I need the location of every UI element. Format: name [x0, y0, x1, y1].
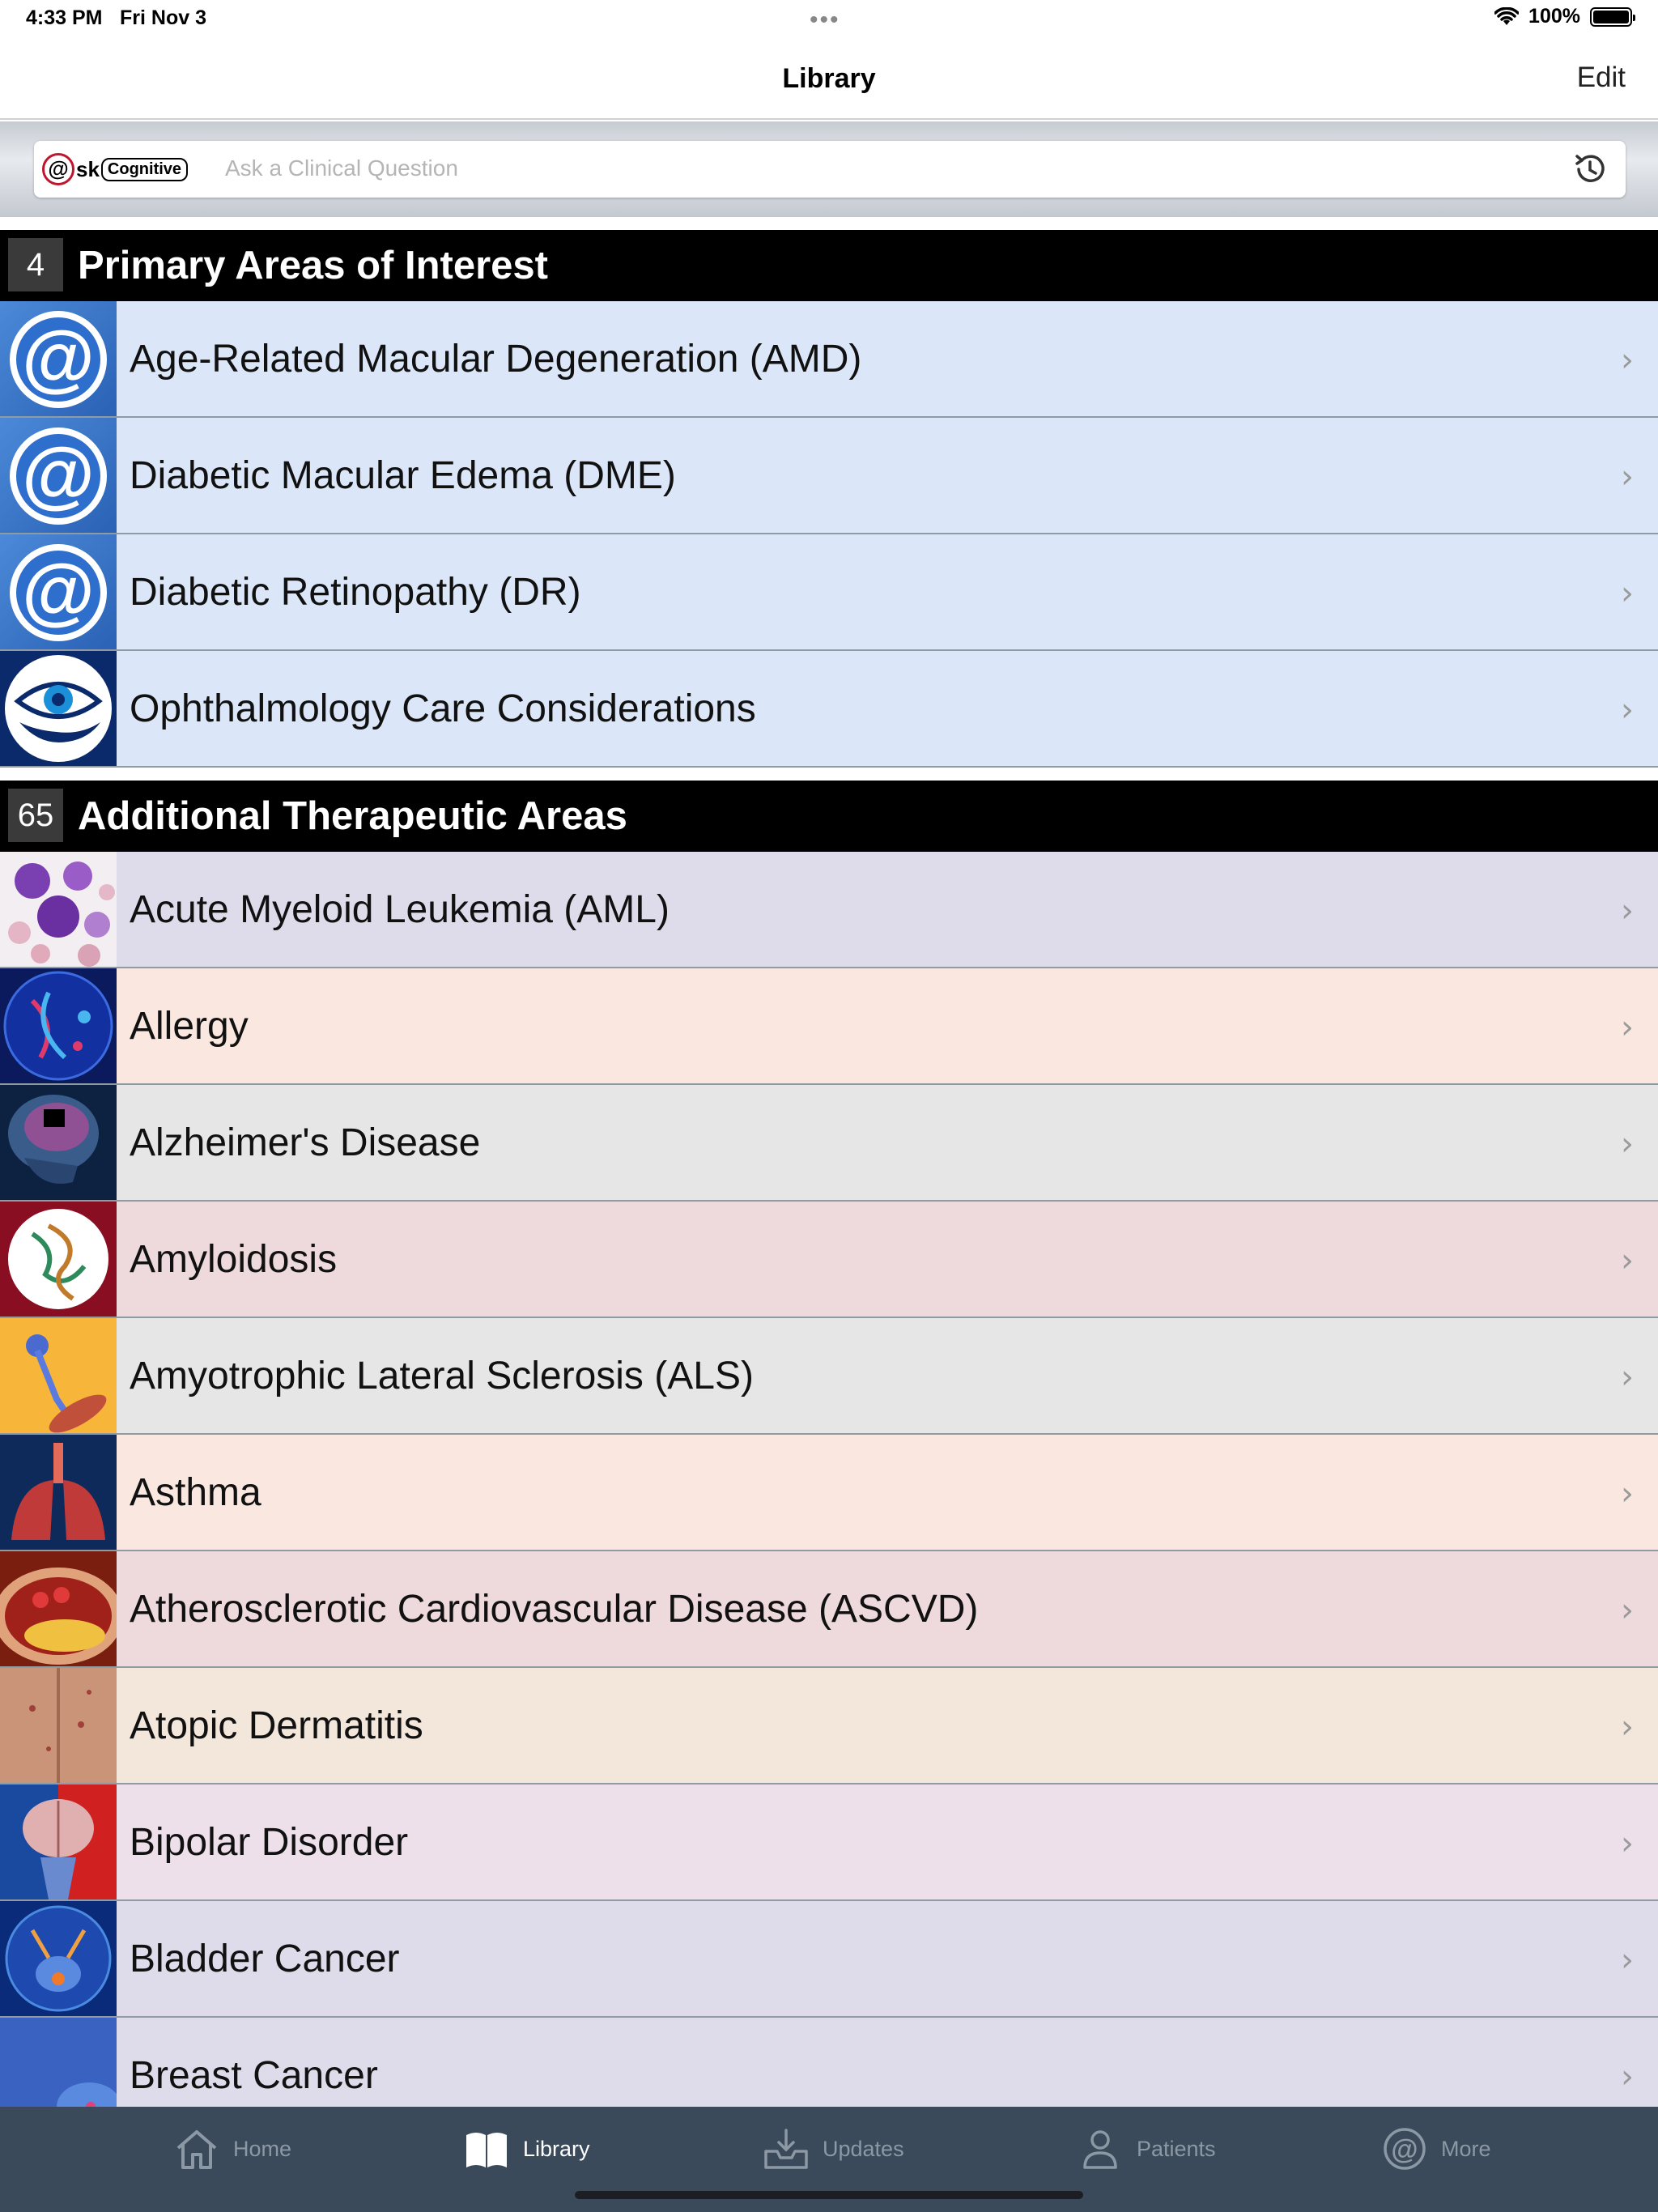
chevron-right-icon: › — [1621, 892, 1634, 929]
list-item-bipolar-disorder[interactable]: Bipolar Disorder › — [0, 1784, 1658, 1901]
list-item-label: Bipolar Disorder — [130, 1821, 409, 1864]
neuron-icon — [0, 1318, 117, 1433]
list-item-label: Amyloidosis — [130, 1238, 338, 1281]
chevron-right-icon: › — [1621, 458, 1634, 496]
battery-icon — [1590, 6, 1635, 27]
brain-halves-icon — [0, 1784, 117, 1899]
section-count: 4 — [8, 238, 63, 291]
section-title: Additional Therapeutic Areas — [78, 794, 627, 838]
inbox-download-icon — [764, 2129, 808, 2169]
list-item-label: Alzheimer's Disease — [130, 1121, 481, 1164]
status-bar: 4:33 PM Fri Nov 3 ••• 100% — [0, 0, 1658, 39]
tab-library[interactable]: Library — [463, 2125, 590, 2173]
section-count: 65 — [8, 789, 63, 842]
edit-button[interactable]: Edit — [1577, 62, 1626, 94]
list-item-label: Breast Cancer — [130, 2054, 378, 2097]
chevron-right-icon: › — [1621, 575, 1634, 612]
search-bar-area: @ sk Cognitive Ask a Clinical Question — [0, 121, 1658, 217]
at-icon: @ — [0, 418, 117, 533]
person-icon — [1083, 2130, 1117, 2169]
section-header-additional: 65 Additional Therapeutic Areas — [0, 781, 1658, 852]
home-indicator[interactable] — [575, 2191, 1083, 2199]
status-date: Fri Nov 3 — [120, 6, 206, 29]
page-title: Library — [782, 63, 876, 94]
list-item-als[interactable]: Amyotrophic Lateral Sclerosis (ALS) › — [0, 1318, 1658, 1435]
list-item-label: Allergy — [130, 1005, 249, 1048]
chevron-right-icon: › — [1621, 1708, 1634, 1746]
ask-cognitive-logo: @ sk Cognitive — [42, 152, 212, 186]
skin-icon — [0, 1668, 117, 1783]
chevron-right-icon: › — [1621, 1242, 1634, 1279]
list-item-label: Age-Related Macular Degeneration (AMD) — [130, 338, 862, 381]
brain-skull-icon — [0, 1085, 117, 1200]
list-item-label: Amyotrophic Lateral Sclerosis (ALS) — [130, 1355, 754, 1397]
svg-text:@: @ — [1391, 2134, 1418, 2165]
battery-percent: 100% — [1528, 5, 1580, 28]
chevron-right-icon: › — [1621, 1125, 1634, 1163]
chevron-right-icon: › — [1621, 342, 1634, 379]
list-item-dme[interactable]: @ Diabetic Macular Edema (DME) › — [0, 418, 1658, 534]
list-item-atopic-dermatitis[interactable]: Atopic Dermatitis › — [0, 1668, 1658, 1784]
chevron-right-icon: › — [1621, 1825, 1634, 1862]
search-input[interactable]: @ sk Cognitive Ask a Clinical Question — [34, 141, 1626, 198]
list-item-allergy[interactable]: Allergy › — [0, 968, 1658, 1085]
multitasking-dots-icon[interactable]: ••• — [810, 6, 840, 34]
list-item-dr[interactable]: @ Diabetic Retinopathy (DR) › — [0, 534, 1658, 651]
wifi-icon — [1494, 6, 1520, 25]
chevron-right-icon: › — [1621, 1592, 1634, 1629]
lungs-icon — [0, 1435, 117, 1550]
tab-patients[interactable]: Patients — [1077, 2125, 1216, 2173]
section-header-primary: 4 Primary Areas of Interest — [0, 230, 1658, 301]
chevron-right-icon: › — [1621, 2058, 1634, 2095]
chevron-right-icon: › — [1621, 1942, 1634, 1979]
chevron-right-icon: › — [1621, 1359, 1634, 1396]
navigation-bar: Library Edit — [0, 39, 1658, 120]
list-item-label: Asthma — [130, 1471, 261, 1514]
bladder-icon — [0, 1901, 117, 2016]
list-item-ascvd[interactable]: Atherosclerotic Cardiovascular Disease (… — [0, 1551, 1658, 1668]
chevron-right-icon: › — [1621, 1009, 1634, 1046]
eye-hand-icon — [0, 651, 117, 766]
search-placeholder: Ask a Clinical Question — [225, 155, 458, 181]
tab-bar: Home Library Updates Patients @ More — [0, 2107, 1658, 2212]
home-icon — [176, 2130, 217, 2169]
list-item-label: Diabetic Macular Edema (DME) — [130, 454, 676, 497]
at-icon: @ — [0, 301, 117, 416]
tab-home[interactable]: Home — [173, 2125, 291, 2173]
protein-icon — [0, 1202, 117, 1317]
section-title: Primary Areas of Interest — [78, 244, 548, 287]
list-item-label: Acute Myeloid Leukemia (AML) — [130, 888, 670, 931]
list-item-aml[interactable]: Acute Myeloid Leukemia (AML) › — [0, 852, 1658, 968]
tab-updates[interactable]: Updates — [763, 2125, 904, 2173]
list-item-asthma[interactable]: Asthma › — [0, 1435, 1658, 1551]
at-circle-icon: @ — [1384, 2128, 1426, 2170]
book-icon — [466, 2133, 507, 2167]
allergy-icon — [0, 968, 117, 1083]
tab-more[interactable]: @ More — [1381, 2125, 1491, 2173]
at-icon: @ — [0, 534, 117, 649]
list-item-label: Atherosclerotic Cardiovascular Disease (… — [130, 1588, 979, 1631]
list-item-label: Bladder Cancer — [130, 1938, 400, 1980]
list-item-ophthalmology[interactable]: Ophthalmology Care Considerations › — [0, 651, 1658, 768]
history-icon[interactable] — [1571, 150, 1609, 189]
list-item-alzheimers[interactable]: Alzheimer's Disease › — [0, 1085, 1658, 1202]
list-item-amyloidosis[interactable]: Amyloidosis › — [0, 1202, 1658, 1318]
artery-icon — [0, 1551, 117, 1666]
list-item-label: Ophthalmology Care Considerations — [130, 687, 756, 730]
list-item-label: Diabetic Retinopathy (DR) — [130, 571, 581, 614]
blood-cells-icon — [0, 852, 117, 967]
chevron-right-icon: › — [1621, 1475, 1634, 1512]
list-item-amd[interactable]: @ Age-Related Macular Degeneration (AMD)… — [0, 301, 1658, 418]
list-item-label: Atopic Dermatitis — [130, 1704, 423, 1747]
list-item-bladder-cancer[interactable]: Bladder Cancer › — [0, 1901, 1658, 2018]
chevron-right-icon: › — [1621, 691, 1634, 729]
status-time: 4:33 PM — [26, 6, 103, 29]
